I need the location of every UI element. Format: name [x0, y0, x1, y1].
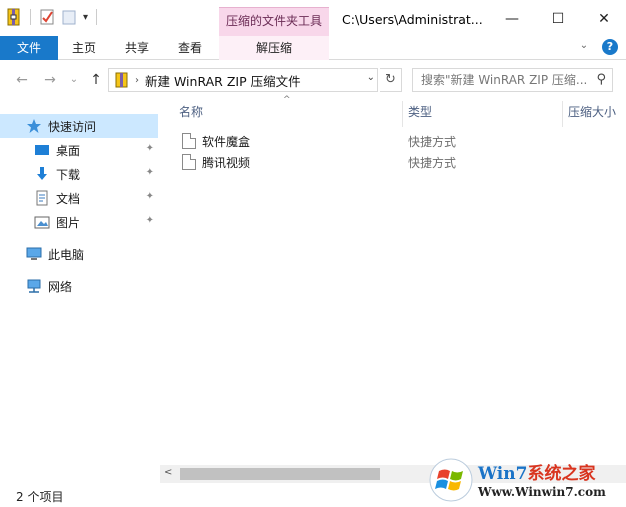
- pin-icon[interactable]: ✦: [146, 143, 154, 154]
- watermark-url: Www.Winwin7.com: [478, 485, 606, 499]
- document-icon: [36, 190, 48, 206]
- sidebar-item-label: 图片: [56, 215, 81, 230]
- file-row[interactable]: 软件魔盒 快捷方式: [178, 131, 618, 151]
- navigation-bar: ← → ⌄ ↑ › 新建 WinRAR ZIP 压缩文件 ⌄ ↻ 搜索"新建 W…: [0, 60, 626, 100]
- navigation-pane: 快速访问 桌面 ✦ 下载 ✦ 文档 ✦ 图片 ✦ 此电脑 网络: [0, 104, 160, 484]
- tab-home[interactable]: 主页: [60, 36, 108, 60]
- up-button[interactable]: ↑: [86, 70, 106, 90]
- watermark-brand: Win7系统之家: [478, 459, 595, 484]
- column-divider[interactable]: [562, 101, 563, 127]
- sidebar-item-label: 此电脑: [48, 247, 85, 262]
- maximize-button[interactable]: ☐: [538, 6, 578, 32]
- column-header-size[interactable]: 压缩大小: [568, 101, 616, 123]
- context-tab-group-label: 压缩的文件夹工具: [225, 14, 322, 28]
- tab-share[interactable]: 共享: [113, 36, 161, 60]
- item-count: 2 个项目: [16, 490, 64, 504]
- pin-icon[interactable]: ✦: [146, 191, 154, 202]
- recent-locations-button[interactable]: ⌄: [64, 70, 84, 90]
- file-type: 快捷方式: [408, 134, 457, 149]
- winrar-archive-icon: [115, 72, 128, 88]
- scroll-left-icon[interactable]: <: [164, 467, 172, 478]
- address-dropdown-icon[interactable]: ⌄: [367, 72, 375, 83]
- tab-file[interactable]: 文件: [0, 36, 58, 60]
- watermark-brand-suffix: 系统之家: [527, 464, 596, 484]
- address-bar[interactable]: › 新建 WinRAR ZIP 压缩文件 ⌄: [108, 68, 378, 92]
- tab-extract[interactable]: 解压缩: [219, 36, 329, 60]
- desktop-icon: [35, 145, 49, 155]
- search-placeholder: 搜索"新建 WinRAR ZIP 压缩...: [421, 73, 588, 87]
- customize-qat-icon[interactable]: ▾: [83, 12, 88, 23]
- back-button[interactable]: ←: [12, 70, 32, 90]
- tab-view[interactable]: 查看: [166, 36, 214, 60]
- column-divider[interactable]: [402, 101, 403, 127]
- computer-icon: [26, 247, 42, 260]
- refresh-button[interactable]: ↻: [380, 68, 402, 92]
- sidebar-item-label: 网络: [48, 279, 73, 294]
- close-button[interactable]: ✕: [584, 6, 624, 32]
- help-icon[interactable]: ?: [602, 39, 618, 55]
- sidebar-item-quick-access[interactable]: 快速访问: [0, 114, 158, 138]
- star-icon: [27, 119, 41, 133]
- watermark: Win7系统之家 Www.Winwin7.com: [428, 455, 626, 507]
- properties-icon[interactable]: [39, 8, 55, 26]
- sidebar-item-pictures[interactable]: 图片 ✦: [0, 210, 158, 234]
- ribbon-tab-bar: 文件 主页 共享 查看 解压缩 ⌄ ?: [0, 36, 626, 60]
- new-folder-icon[interactable]: [61, 8, 77, 26]
- sidebar-item-network[interactable]: 网络: [0, 274, 158, 298]
- context-tab-group-header: 压缩的文件夹工具: [219, 7, 329, 36]
- search-icon[interactable]: ⚲: [596, 69, 606, 91]
- search-input[interactable]: 搜索"新建 WinRAR ZIP 压缩... ⚲: [412, 68, 613, 92]
- winrar-archive-icon[interactable]: [6, 8, 22, 26]
- forward-button[interactable]: →: [40, 70, 60, 90]
- column-header-type[interactable]: 类型: [408, 101, 432, 123]
- file-name: 腾讯视频: [202, 155, 251, 170]
- title-bar: ▾ 压缩的文件夹工具 C:\Users\Administrat... — ☐ ✕: [0, 0, 626, 36]
- file-row[interactable]: 腾讯视频 快捷方式: [178, 152, 618, 172]
- shortcut-file-icon: [182, 133, 196, 149]
- scrollbar-thumb[interactable]: [180, 468, 380, 480]
- sidebar-item-label: 桌面: [56, 143, 81, 158]
- window-title: C:\Users\Administrat...: [342, 12, 483, 27]
- qat-separator: [96, 9, 98, 25]
- quick-access-toolbar: ▾: [6, 8, 99, 26]
- qat-separator: [30, 9, 31, 25]
- breadcrumb-separator[interactable]: ›: [135, 75, 139, 86]
- file-type: 快捷方式: [408, 155, 457, 170]
- network-icon: [27, 279, 41, 293]
- pin-icon[interactable]: ✦: [146, 167, 154, 178]
- sidebar-item-label: 文档: [56, 191, 81, 206]
- expand-ribbon-icon[interactable]: ⌄: [577, 40, 591, 54]
- shortcut-file-icon: [182, 154, 196, 170]
- download-icon: [37, 167, 47, 180]
- sidebar-item-this-pc[interactable]: 此电脑: [0, 242, 158, 266]
- windows-logo-icon: [429, 458, 473, 502]
- column-header-name[interactable]: 名称: [179, 101, 203, 123]
- pin-icon[interactable]: ✦: [146, 215, 154, 226]
- sidebar-item-downloads[interactable]: 下载 ✦: [0, 162, 158, 186]
- sidebar-item-desktop[interactable]: 桌面 ✦: [0, 138, 158, 162]
- breadcrumb-current[interactable]: 新建 WinRAR ZIP 压缩文件: [145, 71, 301, 90]
- sidebar-item-label: 下载: [56, 167, 81, 182]
- picture-icon: [34, 216, 50, 229]
- sort-ascending-icon: ^: [283, 95, 291, 105]
- minimize-button[interactable]: —: [492, 6, 532, 32]
- watermark-brand-prefix: Win7: [478, 464, 528, 484]
- sidebar-item-documents[interactable]: 文档 ✦: [0, 186, 158, 210]
- file-name: 软件魔盒: [202, 134, 251, 149]
- sidebar-item-label: 快速访问: [48, 119, 97, 134]
